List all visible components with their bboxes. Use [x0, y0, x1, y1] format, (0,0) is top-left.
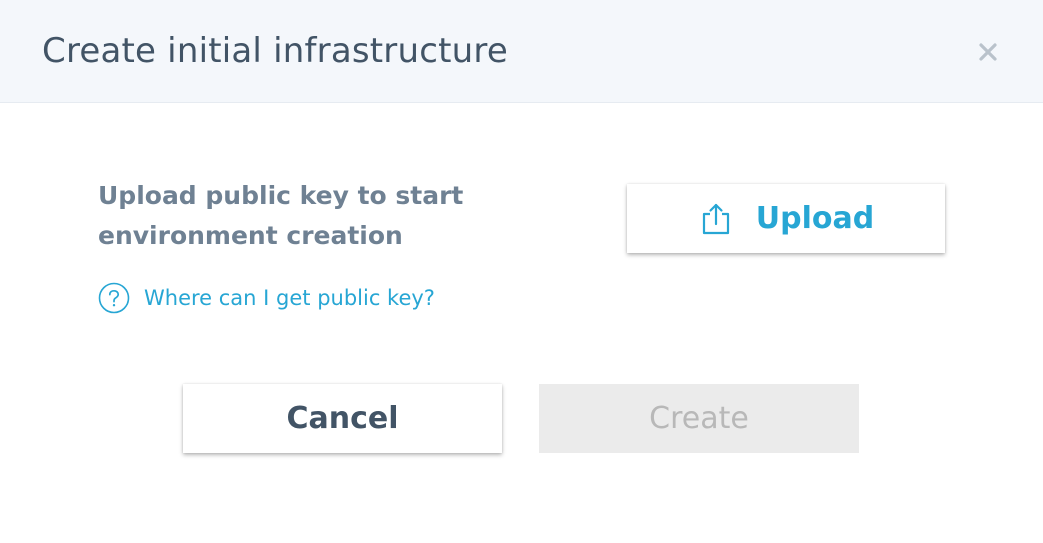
dialog-title: Create initial infrastructure — [42, 31, 508, 71]
cancel-button[interactable]: Cancel — [183, 384, 502, 453]
upload-icon — [702, 203, 729, 234]
public-key-help-link[interactable]: Where can I get public key? — [98, 282, 435, 314]
create-button[interactable]: Create — [539, 384, 859, 453]
close-icon — [979, 43, 997, 61]
help-link-label: Where can I get public key? — [144, 286, 435, 310]
upload-button-label: Upload — [755, 201, 875, 236]
question-circle-icon — [98, 282, 130, 314]
close-button[interactable] — [974, 38, 1002, 66]
create-infrastructure-dialog: Create initial infrastructure Upload pub… — [0, 0, 1043, 543]
upload-prompt-text: Upload public key to start environment c… — [98, 181, 464, 250]
dialog-header: Create initial infrastructure — [0, 0, 1043, 103]
upload-button[interactable]: Upload — [627, 184, 945, 253]
